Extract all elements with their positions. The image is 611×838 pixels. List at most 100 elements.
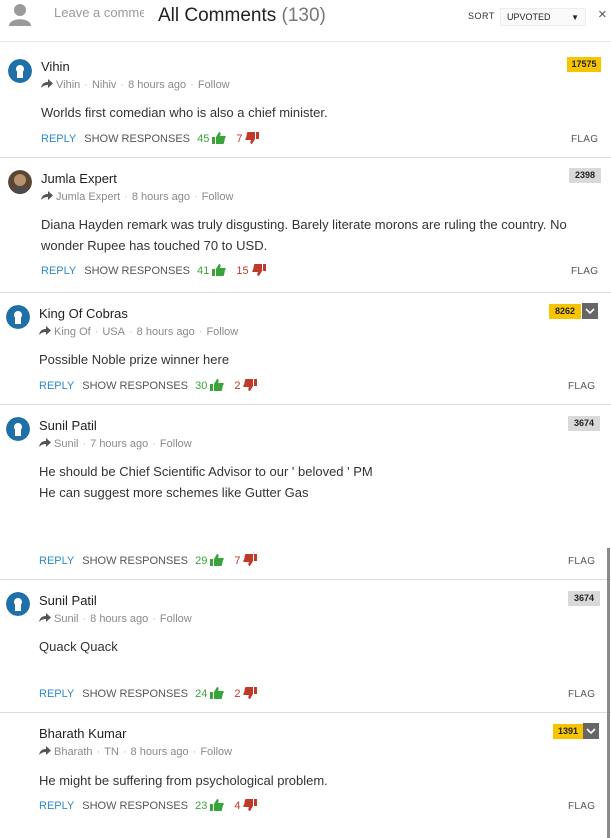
- separator: ·: [128, 326, 133, 338]
- thumbs-down-icon[interactable]: [243, 687, 258, 699]
- comment-actions: REPLY SHOW RESPONSES 45 7: [41, 132, 260, 145]
- flag-button[interactable]: FLAG: [568, 556, 595, 567]
- avatar[interactable]: [8, 59, 32, 83]
- thumbs-down-icon[interactable]: [243, 554, 258, 566]
- comment-author[interactable]: Jumla Expert: [41, 171, 117, 186]
- user-placeholder-icon: [9, 4, 31, 26]
- user-avatar-icon: [6, 305, 30, 329]
- user-avatar-icon: [8, 59, 32, 83]
- comment-author[interactable]: Vihin: [41, 59, 70, 74]
- share-arrow-icon: [39, 613, 51, 622]
- thumbs-up-icon[interactable]: [210, 554, 225, 566]
- follow-link[interactable]: Follow: [202, 191, 234, 203]
- avatar[interactable]: [6, 305, 30, 329]
- scrollbar[interactable]: [607, 548, 610, 838]
- follow-link[interactable]: Follow: [160, 613, 192, 625]
- comment-author[interactable]: Sunil Patil: [39, 593, 97, 608]
- follow-link[interactable]: Follow: [206, 326, 238, 338]
- reply-button[interactable]: REPLY: [39, 380, 74, 392]
- upvote-count: 24: [195, 688, 208, 700]
- show-responses-button[interactable]: SHOW RESPONSES: [82, 380, 188, 392]
- follow-link[interactable]: Follow: [198, 79, 230, 91]
- meta-user[interactable]: Bharath: [54, 746, 93, 758]
- caret-down-icon: [585, 308, 595, 315]
- meta-user[interactable]: Vihin: [56, 79, 80, 91]
- thumbs-up-icon[interactable]: [210, 799, 225, 811]
- reply-button[interactable]: REPLY: [39, 800, 74, 812]
- leave-comment-input[interactable]: [44, 0, 148, 24]
- separator: ·: [152, 613, 156, 625]
- flag-button[interactable]: FLAG: [568, 801, 595, 812]
- comment-author[interactable]: Bharath Kumar: [39, 726, 126, 741]
- meta-user[interactable]: King Of: [54, 326, 91, 338]
- comment-body: Worlds first comedian who is also a chie…: [41, 105, 328, 120]
- downvote-count: 15: [236, 265, 249, 277]
- score-menu-button[interactable]: [583, 723, 599, 739]
- share-arrow-icon: [41, 79, 53, 88]
- thumbs-up-icon[interactable]: [212, 132, 227, 144]
- thumbs-down-icon[interactable]: [243, 799, 258, 811]
- separator: ·: [82, 613, 87, 625]
- separator: ·: [192, 746, 197, 758]
- flag-button[interactable]: FLAG: [571, 266, 598, 277]
- reply-button[interactable]: REPLY: [41, 133, 76, 145]
- avatar[interactable]: [6, 417, 30, 441]
- thumbs-down-icon[interactable]: [251, 264, 266, 276]
- comment-meta: Jumla Expert · 8 hours ago · Follow: [41, 191, 233, 203]
- flag-button[interactable]: FLAG: [571, 134, 598, 145]
- user-photo-icon: [8, 170, 32, 194]
- downvote-count: 2: [234, 380, 241, 392]
- reply-button[interactable]: REPLY: [39, 688, 74, 700]
- sort-select[interactable]: UPVOTED ▼: [500, 8, 586, 26]
- title-text: All Comments: [158, 5, 277, 26]
- avatar[interactable]: [6, 592, 30, 616]
- comment-actions: REPLY SHOW RESPONSES 29 7: [39, 554, 258, 567]
- comment-meta: Sunil · 7 hours ago · Follow: [39, 438, 192, 450]
- comment-item: Sunil Patil Sunil · 8 hours ago · Follow Qua…: [0, 580, 611, 713]
- comment-time: 8 hours ago: [128, 79, 187, 91]
- thumbs-up-icon[interactable]: [210, 687, 225, 699]
- comment-body: Diana Hayden remark was truly disgusting…: [41, 217, 567, 253]
- thumbs-up-icon[interactable]: [210, 379, 225, 391]
- meta-user[interactable]: Jumla Expert: [56, 191, 120, 203]
- comment-author[interactable]: King Of Cobras: [39, 306, 128, 321]
- show-responses-button[interactable]: SHOW RESPONSES: [82, 800, 188, 812]
- comment-body: He might be suffering from psychological…: [39, 773, 328, 788]
- flag-button[interactable]: FLAG: [568, 689, 595, 700]
- separator: ·: [124, 191, 128, 203]
- thumbs-down-icon[interactable]: [245, 132, 260, 144]
- upvote-count: 23: [195, 800, 208, 812]
- reply-button[interactable]: REPLY: [39, 555, 74, 567]
- avatar[interactable]: [8, 170, 32, 194]
- score-menu-button[interactable]: [582, 303, 598, 319]
- score-badge: 8262: [549, 304, 581, 319]
- thumbs-down-icon[interactable]: [243, 379, 258, 391]
- upvote-count: 30: [195, 380, 208, 392]
- show-responses-button[interactable]: SHOW RESPONSES: [82, 555, 188, 567]
- separator: ·: [82, 438, 87, 450]
- separator: ·: [198, 326, 203, 338]
- comment-meta: Vihin · Nihiv · 8 hours ago · Follow: [41, 79, 230, 91]
- follow-link[interactable]: Follow: [200, 746, 232, 758]
- comment-actions: REPLY SHOW RESPONSES 30 2: [39, 379, 258, 392]
- comment-time: 8 hours ago: [136, 326, 195, 338]
- separator: ·: [120, 79, 125, 91]
- comment-body: Possible Noble prize winner here: [39, 352, 230, 367]
- show-responses-button[interactable]: SHOW RESPONSES: [84, 265, 190, 277]
- separator: ·: [152, 438, 156, 450]
- show-responses-button[interactable]: SHOW RESPONSES: [84, 133, 190, 145]
- close-icon[interactable]: ×: [598, 6, 607, 23]
- show-responses-button[interactable]: SHOW RESPONSES: [82, 688, 188, 700]
- reply-button[interactable]: REPLY: [41, 265, 76, 277]
- downvote-count: 4: [234, 800, 241, 812]
- sort-label: SORT: [468, 11, 495, 21]
- comment-actions: REPLY SHOW RESPONSES 41 15: [41, 264, 266, 277]
- flag-button[interactable]: FLAG: [568, 381, 595, 392]
- share-arrow-icon: [39, 746, 51, 755]
- sort-value: UPVOTED: [507, 12, 551, 22]
- thumbs-up-icon[interactable]: [212, 264, 227, 276]
- meta-user[interactable]: Sunil: [54, 438, 78, 450]
- comment-author[interactable]: Sunil Patil: [39, 418, 97, 433]
- meta-user[interactable]: Sunil: [54, 613, 78, 625]
- follow-link[interactable]: Follow: [160, 438, 192, 450]
